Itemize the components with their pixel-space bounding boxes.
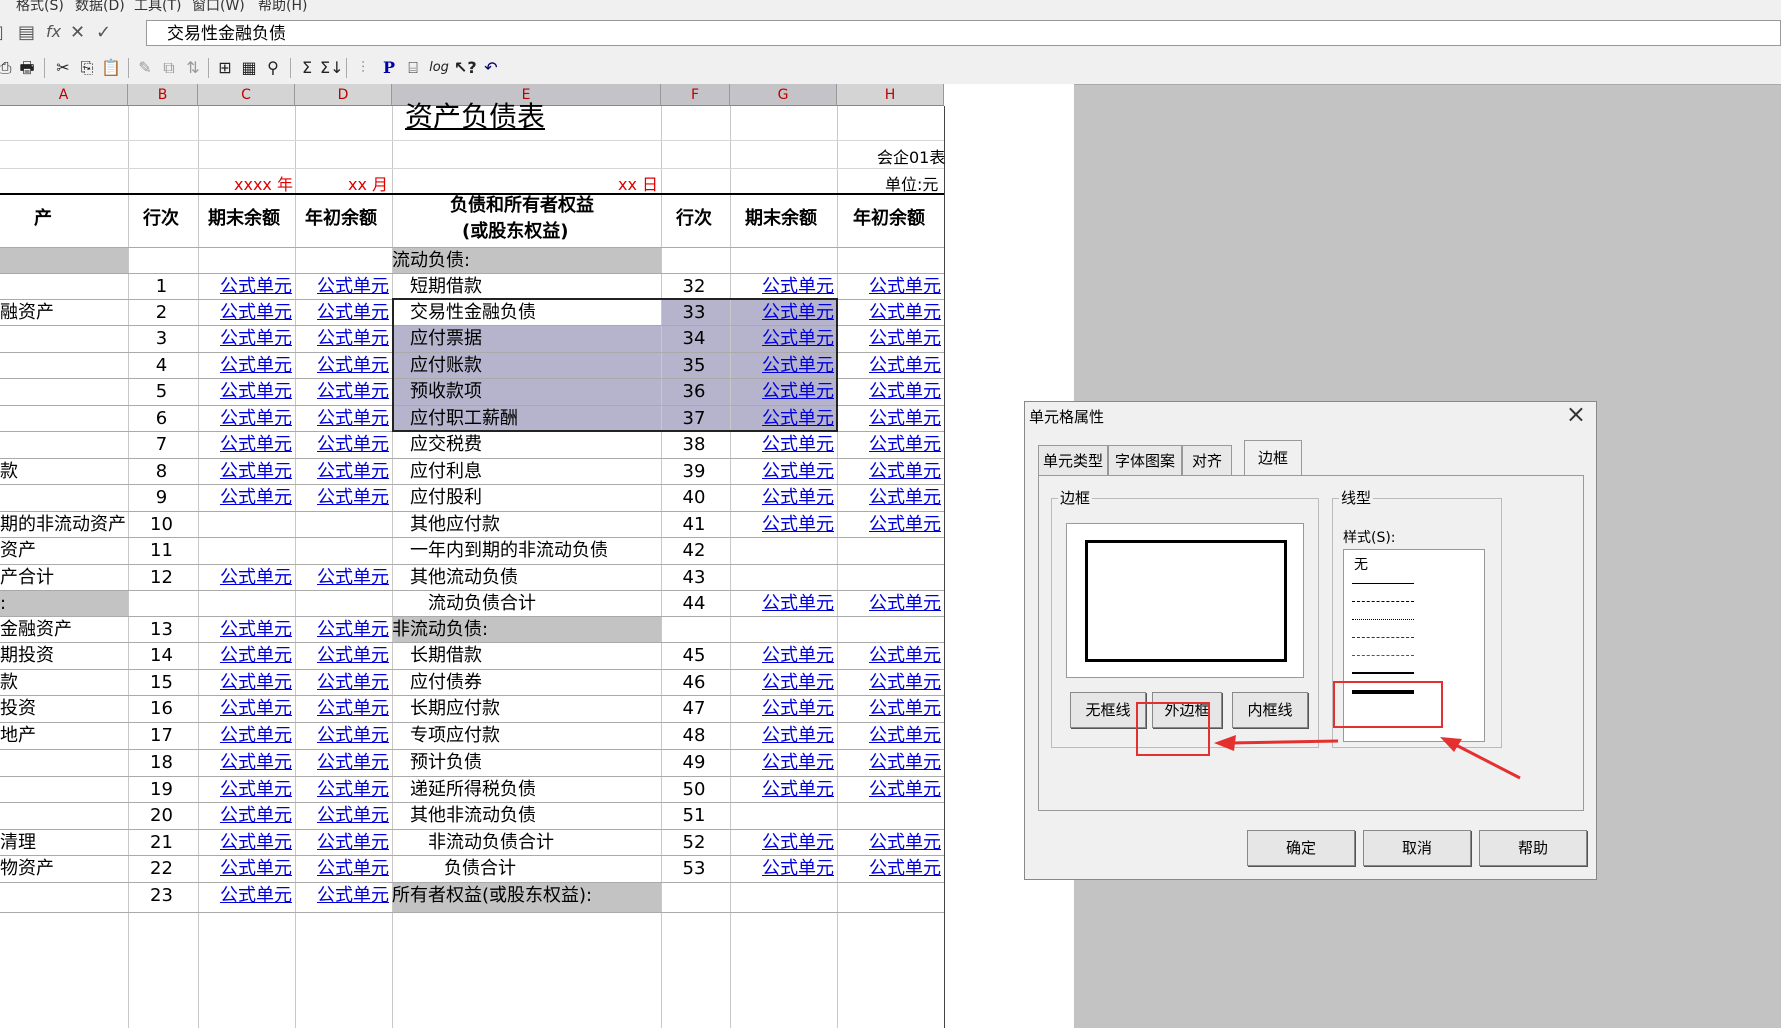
arrow-line <box>1229 739 1339 745</box>
annotation-arrows <box>1214 735 1521 780</box>
arrow-head <box>1440 737 1462 752</box>
arrow-head <box>1214 735 1236 751</box>
arrow-line <box>1453 742 1521 780</box>
